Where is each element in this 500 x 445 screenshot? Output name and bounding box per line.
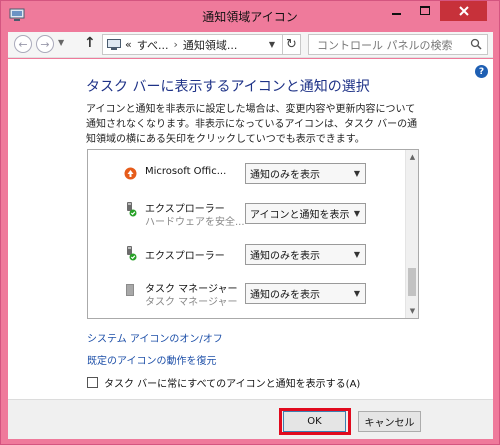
scroll-up-button[interactable]: ▲ [406, 151, 418, 163]
ok-button[interactable]: OK [283, 411, 346, 432]
safe-removal-icon [127, 202, 137, 217]
behavior-select[interactable]: アイコンと通知を表示 ▼ [245, 203, 366, 224]
chevron-down-icon: ▼ [58, 38, 65, 47]
help-button[interactable]: ? [475, 65, 488, 78]
arrow-left-icon: ← [18, 37, 28, 51]
list-item: エクスプローラー ハードウェアを安全... アイコンと通知を表示 ▼ [88, 194, 406, 234]
dialog-footer: OK キャンセル [8, 399, 493, 439]
minimize-button[interactable] [383, 1, 410, 21]
breadcrumb-notification-area[interactable]: 通知領域... [183, 37, 238, 53]
control-panel-icon [107, 38, 121, 50]
cancel-button[interactable]: キャンセル [358, 411, 421, 432]
title-bar[interactable]: 通知領域アイコン [1, 1, 499, 31]
chevron-up-icon: ▲ [409, 153, 416, 161]
breadcrumb-all[interactable]: すべ... [137, 37, 169, 53]
safe-removal-icon [127, 246, 137, 261]
behavior-value: アイコンと通知を表示 [250, 210, 350, 221]
chevron-down-icon: ▼ [353, 209, 360, 218]
behavior-value: 通知のみを表示 [250, 290, 320, 301]
icon-subtitle: タスク マネージャー [145, 297, 238, 308]
arrow-up-icon: ↑ [84, 35, 96, 51]
office-upload-icon [124, 167, 137, 180]
icon-list[interactable]: Microsoft Offic... 通知のみを表示 ▼ エクスプローラー ハー… [87, 149, 419, 319]
chevron-down-icon: ▼ [353, 289, 360, 298]
minimize-icon [391, 13, 401, 15]
refresh-button[interactable]: ↻ [282, 34, 301, 55]
list-item: エクスプローラー 通知のみを表示 ▼ [88, 234, 406, 274]
scroll-thumb[interactable] [408, 268, 416, 296]
recent-locations-dropdown[interactable]: ▼ [58, 38, 64, 47]
always-show-all-checkbox-row[interactable]: タスク バーに常にすべてのアイコンと通知を表示する(A) [87, 375, 360, 390]
forward-button[interactable]: → [36, 35, 54, 53]
address-bar: ← → ▼ ↑ « すべ... › 通知領域... ▼ ↻ コントロール パネル… [8, 32, 493, 58]
page-description: アイコンと通知を非表示に設定した場合は、変更内容や更新内容について通知されなくな… [86, 104, 418, 145]
close-icon [458, 6, 469, 16]
icon-subtitle: ハードウェアを安全... [145, 217, 245, 228]
back-button[interactable]: ← [14, 35, 32, 53]
icon-name: エクスプローラー [145, 251, 225, 262]
list-scrollbar[interactable]: ▲ ▼ [405, 150, 418, 318]
breadcrumb-separator: › [173, 38, 178, 51]
search-icon [470, 38, 482, 50]
help-icon: ? [478, 66, 485, 77]
behavior-select[interactable]: 通知のみを表示 ▼ [245, 283, 366, 304]
search-input[interactable]: コントロール パネルの検索 [308, 34, 488, 55]
behavior-value: 通知のみを表示 [250, 170, 320, 181]
chevron-down-icon: ▼ [409, 307, 416, 315]
content-panel: ? タスク バーに表示するアイコンと通知の選択 アイコンと通知を非表示に設定した… [8, 59, 493, 399]
chevron-down-icon[interactable]: ▼ [269, 40, 275, 49]
restore-defaults-link[interactable]: 既定のアイコンの動作を復元 [87, 352, 217, 367]
behavior-select[interactable]: 通知のみを表示 ▼ [245, 244, 366, 265]
up-button[interactable]: ↑ [84, 35, 96, 51]
address-field[interactable]: « すべ... › 通知領域... ▼ [102, 34, 300, 55]
search-placeholder: コントロール パネルの検索 [317, 38, 453, 52]
maximize-button[interactable] [411, 1, 438, 21]
arrow-right-icon: → [40, 37, 50, 51]
list-item: Microsoft Offic... 通知のみを表示 ▼ [88, 154, 406, 194]
task-manager-icon [126, 284, 134, 296]
chevron-down-icon: ▼ [353, 250, 360, 259]
maximize-icon [419, 6, 430, 15]
close-button[interactable] [440, 1, 487, 21]
behavior-select[interactable]: 通知のみを表示 ▼ [245, 163, 366, 184]
scroll-down-button[interactable]: ▼ [406, 305, 418, 317]
checkbox-label: タスク バーに常にすべてのアイコンと通知を表示する(A) [104, 379, 361, 390]
list-item: タスク マネージャー タスク マネージャー 通知のみを表示 ▼ [88, 274, 406, 314]
behavior-value: 通知のみを表示 [250, 251, 320, 262]
breadcrumb-overflow[interactable]: « [125, 38, 132, 51]
chevron-down-icon: ▼ [353, 169, 360, 178]
always-show-all-checkbox[interactable] [87, 377, 98, 388]
refresh-icon: ↻ [286, 37, 297, 52]
system-icons-link[interactable]: システム アイコンのオン/オフ [87, 330, 223, 345]
page-title: タスク バーに表示するアイコンと通知の選択 [86, 79, 370, 95]
icon-name: Microsoft Offic... [145, 166, 227, 177]
window: 通知領域アイコン ← → ▼ ↑ « すべ... › 通知領域... ▼ ↻ コ… [0, 0, 500, 445]
